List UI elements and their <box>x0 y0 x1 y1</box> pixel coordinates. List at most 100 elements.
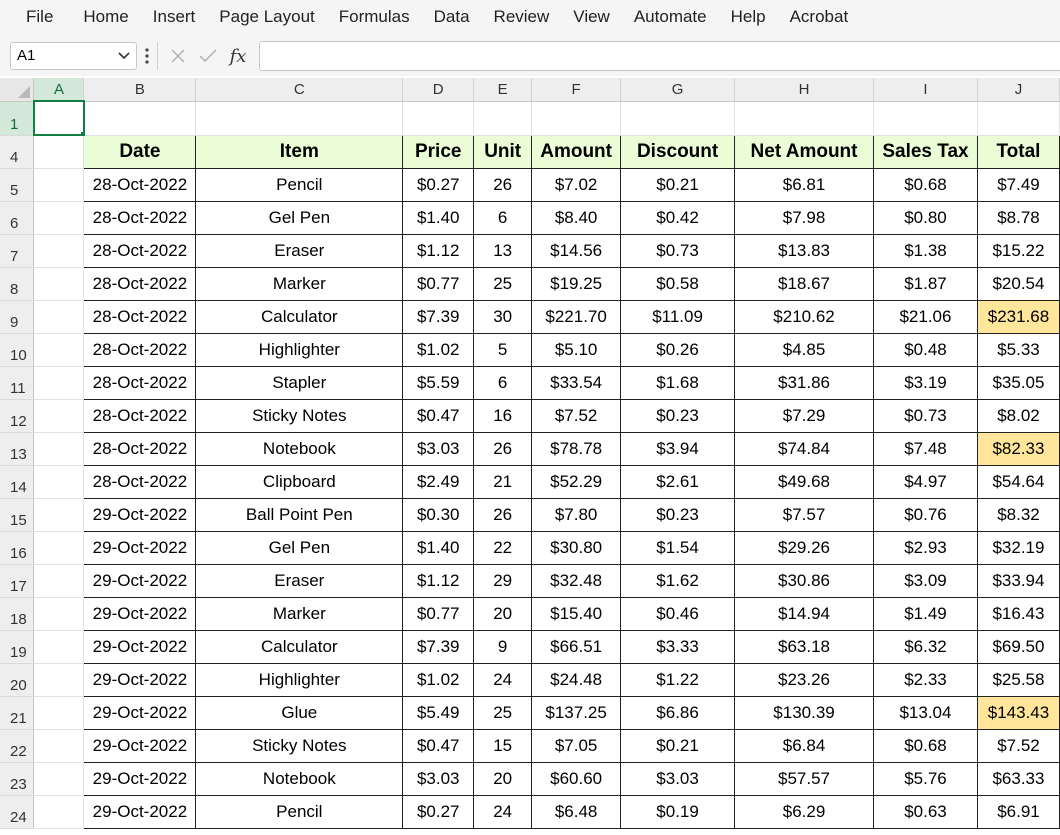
cell[interactable] <box>402 101 475 136</box>
cell[interactable]: $221.70 <box>531 299 622 334</box>
cell[interactable]: $4.97 <box>872 464 978 499</box>
cell[interactable] <box>195 101 404 136</box>
cell[interactable]: $2.61 <box>620 464 736 499</box>
cell[interactable]: $6.86 <box>620 695 736 730</box>
row-header[interactable]: 12 <box>0 399 35 433</box>
cell[interactable]: $7.49 <box>976 167 1060 202</box>
cell[interactable]: $4.85 <box>734 332 874 367</box>
row-header[interactable]: 9 <box>0 300 35 334</box>
cell[interactable]: $2.49 <box>402 464 475 499</box>
cell[interactable]: $3.03 <box>402 431 475 466</box>
cell[interactable]: $5.33 <box>976 332 1060 367</box>
cell[interactable] <box>33 234 85 268</box>
cell[interactable]: 28-Oct-2022 <box>83 464 197 499</box>
cell[interactable]: Pencil <box>195 794 404 829</box>
cell[interactable]: $1.02 <box>402 662 475 697</box>
cell[interactable]: Clipboard <box>195 464 404 499</box>
cell[interactable]: $19.25 <box>531 266 622 301</box>
cell[interactable]: $54.64 <box>976 464 1060 499</box>
cell[interactable]: $33.54 <box>531 365 622 400</box>
cell[interactable]: $7.48 <box>872 431 978 466</box>
cell[interactable]: 28-Oct-2022 <box>83 398 197 433</box>
cell[interactable]: Marker <box>195 596 404 631</box>
cell[interactable]: $6.81 <box>734 167 874 202</box>
row-header[interactable]: 19 <box>0 630 35 664</box>
cell[interactable]: 29-Oct-2022 <box>83 497 197 532</box>
cell[interactable] <box>977 101 1060 136</box>
header-cell-item[interactable]: Item <box>195 134 404 169</box>
header-cell-net-amount[interactable]: Net Amount <box>734 134 874 169</box>
tab-data[interactable]: Data <box>422 5 482 29</box>
cell[interactable]: $0.42 <box>620 200 736 235</box>
cell[interactable]: 29 <box>473 563 533 598</box>
cell[interactable]: $1.40 <box>402 530 475 565</box>
cell[interactable]: 20 <box>473 596 533 631</box>
cell[interactable]: $2.93 <box>872 530 978 565</box>
chevron-down-icon[interactable] <box>116 43 132 69</box>
cell[interactable]: $7.52 <box>976 728 1060 763</box>
cell[interactable] <box>83 101 197 136</box>
column-header[interactable]: F <box>531 78 622 102</box>
cell[interactable]: 24 <box>473 662 533 697</box>
cell[interactable]: $0.47 <box>402 728 475 763</box>
cell[interactable] <box>33 531 85 565</box>
cell[interactable]: $6.32 <box>872 629 978 664</box>
cell[interactable]: 20 <box>473 761 533 796</box>
cell[interactable] <box>33 663 85 697</box>
cell[interactable] <box>33 795 85 829</box>
cell[interactable]: $0.68 <box>872 167 978 202</box>
name-box[interactable]: A1 <box>10 42 137 70</box>
cell[interactable]: $8.32 <box>976 497 1060 532</box>
cell[interactable] <box>33 300 85 334</box>
cell[interactable] <box>33 366 85 400</box>
cell[interactable]: $15.40 <box>531 596 622 631</box>
cell[interactable]: $20.54 <box>976 266 1060 301</box>
row-header[interactable]: 15 <box>0 498 35 532</box>
cell[interactable]: $13.83 <box>734 233 874 268</box>
cell[interactable]: 22 <box>473 530 533 565</box>
column-header[interactable]: I <box>873 78 978 102</box>
cell[interactable]: $8.02 <box>976 398 1060 433</box>
cell[interactable]: 6 <box>473 200 533 235</box>
row-header[interactable]: 17 <box>0 564 35 598</box>
cell[interactable]: 29-Oct-2022 <box>83 662 197 697</box>
cell[interactable]: Sticky Notes <box>195 398 404 433</box>
cell[interactable]: 29-Oct-2022 <box>83 794 197 829</box>
tab-home[interactable]: Home <box>71 5 140 29</box>
cell[interactable]: $23.26 <box>734 662 874 697</box>
cell[interactable]: $1.02 <box>402 332 475 367</box>
cell[interactable]: $63.33 <box>976 761 1060 796</box>
row-header[interactable]: 16 <box>0 531 35 565</box>
cell[interactable]: $66.51 <box>531 629 622 664</box>
cell[interactable]: $0.21 <box>620 167 736 202</box>
row-header[interactable]: 20 <box>0 663 35 697</box>
cell[interactable]: $5.49 <box>402 695 475 730</box>
cell[interactable]: $63.18 <box>734 629 874 664</box>
row-header[interactable]: 10 <box>0 333 35 367</box>
header-cell-sales-tax[interactable]: Sales Tax <box>872 134 978 169</box>
cell[interactable]: $24.48 <box>531 662 622 697</box>
cell[interactable] <box>33 762 85 796</box>
header-cell-discount[interactable]: Discount <box>620 134 736 169</box>
cell[interactable]: 26 <box>473 431 533 466</box>
cell[interactable]: 29-Oct-2022 <box>83 695 197 730</box>
cell[interactable]: $31.86 <box>734 365 874 400</box>
cell[interactable]: $130.39 <box>734 695 874 730</box>
header-cell-price[interactable]: Price <box>402 134 475 169</box>
cell[interactable]: $7.98 <box>734 200 874 235</box>
row-header[interactable]: 14 <box>0 465 35 499</box>
column-header[interactable]: A <box>33 78 85 102</box>
cell[interactable]: Highlighter <box>195 662 404 697</box>
cell[interactable]: Pencil <box>195 167 404 202</box>
cell[interactable]: 26 <box>473 167 533 202</box>
tab-file[interactable]: File <box>0 5 71 29</box>
cell[interactable]: $6.48 <box>531 794 622 829</box>
cell[interactable]: $1.12 <box>402 233 475 268</box>
cell[interactable]: $0.23 <box>620 398 736 433</box>
row-header[interactable]: 4 <box>0 135 35 169</box>
cell[interactable] <box>33 399 85 433</box>
row-header[interactable]: 21 <box>0 696 35 730</box>
cell[interactable]: $7.52 <box>531 398 622 433</box>
cell[interactable] <box>873 101 978 136</box>
cell[interactable]: 29-Oct-2022 <box>83 728 197 763</box>
